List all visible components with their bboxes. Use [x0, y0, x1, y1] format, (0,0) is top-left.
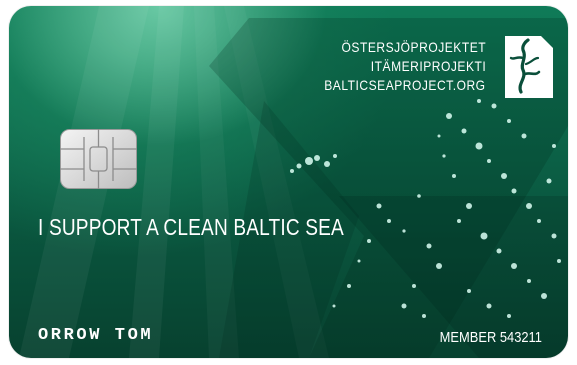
slogan-text: I SUPPORT A CLEAN BALTIC SEA: [38, 214, 344, 240]
org-name-finnish: ITÄMERIPROJEKTI: [370, 58, 486, 74]
seaweed-logo-icon: [505, 36, 553, 98]
member-number: MEMBER 543211: [439, 329, 542, 346]
org-name-swedish: ÖSTERSJÖPROJEKTET: [341, 39, 486, 55]
membership-card: ÖSTERSJÖPROJEKTET ITÄMERIPROJEKTI BALTIC…: [9, 6, 568, 358]
org-website: BALTICSEAPROJECT.ORG: [324, 77, 486, 93]
cardholder-name: ORROW TOM: [38, 326, 154, 345]
chip-icon: [60, 129, 137, 189]
